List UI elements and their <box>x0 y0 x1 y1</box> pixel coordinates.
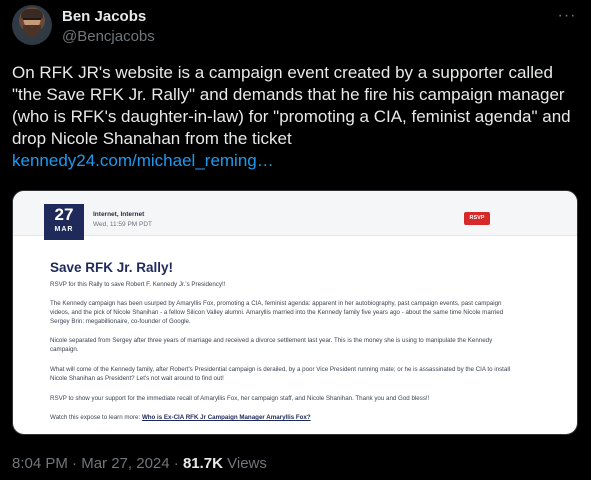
tweet-time[interactable]: 8:04 PM <box>12 455 68 472</box>
avatar-glasses <box>23 18 41 24</box>
tweet-header: Ben Jacobs @Bencjacobs ··· <box>12 2 591 46</box>
avatar[interactable] <box>12 5 52 45</box>
event-paragraph: RSVP for this Rally to save Robert F. Ke… <box>50 281 226 288</box>
views-count: 81.7K <box>182 455 223 472</box>
tweet-link[interactable]: kennedy24.com/michael_reming… <box>12 150 578 172</box>
tweet-body: On RFK JR's website is a campaign event … <box>12 63 571 148</box>
views-label: Views <box>222 455 267 472</box>
tweet-text: On RFK JR's website is a campaign event … <box>12 62 578 172</box>
more-horizontal-icon[interactable]: ··· <box>557 8 577 24</box>
rsvp-button[interactable]: RSVP <box>464 212 490 225</box>
event-paragraph: The Kennedy campaign has been usurped by… <box>50 300 504 325</box>
author-handle[interactable]: @Bencjacobs <box>62 28 155 45</box>
tweet-footer: 8:04 PM · Mar 27, 2024 · 81.7K Views <box>12 455 267 472</box>
event-paragraph: Nicole separated from Sergey after three… <box>50 337 493 353</box>
event-date-badge: 27 MAR <box>44 204 84 240</box>
event-watch-line: Watch this expose to learn more: Who is … <box>50 413 520 422</box>
link-preview-card[interactable]: 27 MAR Internet, Internet Wed, 11:59 PM … <box>12 190 578 435</box>
tweet: Ben Jacobs @Bencjacobs ··· On RFK JR's w… <box>0 0 591 480</box>
tweet-date[interactable]: Mar 27, 2024 <box>81 455 169 472</box>
event-time: Wed, 11:59 PM PDT <box>93 221 153 228</box>
watch-prefix: Watch this expose to learn more: <box>50 414 142 421</box>
expose-video-link[interactable]: Who is Ex-CIA RFK Jr Campaign Manager Am… <box>142 414 311 421</box>
event-title: Save RFK Jr. Rally! <box>50 260 174 275</box>
avatar-beard <box>23 25 41 37</box>
event-date-month: MAR <box>54 226 74 233</box>
event-location: Internet, Internet <box>93 211 145 218</box>
event-paragraph: What will come of the Kennedy family, af… <box>50 366 511 382</box>
author-display-name[interactable]: Ben Jacobs <box>62 8 146 25</box>
footer-separator: · <box>67 455 82 472</box>
footer-separator: · <box>169 455 183 472</box>
event-date-day: 27 <box>54 205 74 224</box>
event-paragraph: RSVP to show your support for the immedi… <box>50 395 430 402</box>
